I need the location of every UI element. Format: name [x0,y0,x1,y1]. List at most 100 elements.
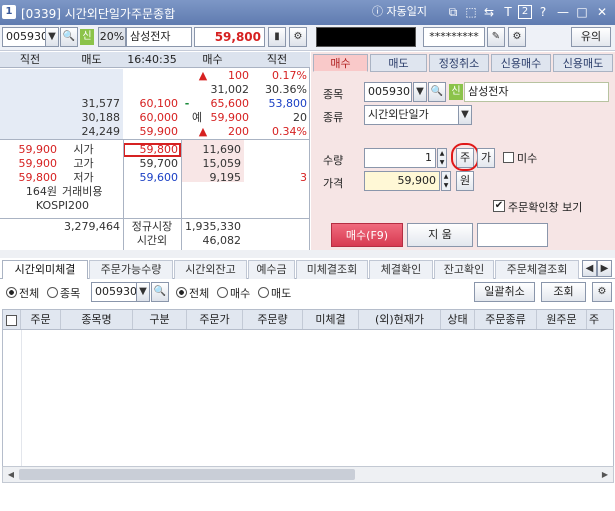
filter-row: 전체 종목 005930 ▼ 🔍 전체 매수 매도 일괄취소 조회 ⚙ [0,280,615,304]
col-orig-order: 원주문 [537,310,587,329]
sell-price: 60,000 [139,111,179,124]
type-label: 종류 [323,111,344,124]
gear-icon[interactable]: ⚙ [508,27,526,47]
layout-icon[interactable]: ⧉ [446,4,460,20]
tab-sell[interactable]: 매도 [370,54,427,72]
lower-limit: 53,800 [268,97,308,110]
missu-label: 미수 [517,152,538,165]
col-prev-sell: 직전 [0,52,60,68]
tab-after-hours-unfilled[interactable]: 시간외미체결 [2,260,88,279]
chevron-down-icon[interactable]: ▼ [413,82,427,102]
auto-journal-button[interactable]: ⓘ 자동일지 [372,4,440,20]
open-prev: 59,900 [18,143,58,156]
chevron-down-icon[interactable]: ▼ [45,27,59,47]
qty-stepper[interactable]: ▲ ▼ [437,148,447,168]
order-code-input[interactable]: 005930 [364,82,412,102]
buy-submit-button[interactable]: 매수(F9) [331,223,403,247]
sell-qty: 30,188 [81,111,121,124]
sell-qty [60,69,123,83]
bottom-tabs: 시간외미체결 주문가능수량 시간외잔고 예수금 미체결조회 체결확인 잔고확인 … [0,259,615,279]
query-button[interactable]: 조회 [541,282,586,302]
code-input[interactable]: 005930 [2,27,48,47]
gear-icon[interactable]: ⚙ [592,282,612,302]
total-sell-qty: 3,279,464 [64,220,120,233]
swap-icon[interactable]: ⇆ [482,4,496,20]
grid-header: 주문 종목명 구분 주문가 주문량 미체결 (외)현재가 상태 주문종류 원주문… [2,309,614,330]
fit-icon[interactable]: 2 [518,5,532,19]
qty-max-button[interactable]: 가 [477,148,495,168]
tab-order-fill-query[interactable]: 주문체결조회 [495,260,579,279]
tab-credit-sell[interactable]: 신용매도 [553,54,613,72]
grid-line [21,330,22,466]
tab-balance-confirm[interactable]: 잔고확인 [434,260,494,279]
col-order-price: 주문가 [187,310,243,329]
scroll-right-icon[interactable]: ▶ [599,468,611,481]
message-box [477,223,548,247]
price-stepper[interactable]: ▲ ▼ [441,171,451,191]
tab-unfilled-query[interactable]: 미체결조회 [296,260,368,279]
qty-input[interactable]: 1 [364,148,436,168]
buy-prev: 3 [300,171,307,184]
price-input[interactable]: 59,900 [364,171,440,191]
sell-qty: 31,577 [81,97,121,110]
splitter[interactable] [0,250,615,258]
order-stock-name: 삼성전자 [464,82,609,102]
tab-fill-confirm[interactable]: 체결확인 [369,260,433,279]
col-more: 주 [588,313,600,326]
radio-buy[interactable] [217,287,228,298]
font-icon[interactable]: T [501,4,515,20]
sell-qty [60,83,123,97]
confirm-label: 주문확인창 보기 [508,201,583,214]
tab-buy[interactable]: 매수 [313,54,368,72]
radio-sell[interactable] [258,287,269,298]
confirm-checkbox[interactable]: ✔ [493,200,505,212]
chevron-down-icon[interactable]: ▼ [136,282,150,302]
col-prev-buy: 직전 [244,52,310,68]
tab-deposit[interactable]: 예수금 [248,260,295,279]
tab-after-hours-balance[interactable]: 시간외잔고 [174,260,247,279]
tab-credit-buy[interactable]: 신용매수 [491,54,551,72]
chevron-down-icon[interactable]: ▼ [458,105,472,125]
credit-badge: 신 [449,84,463,100]
tab-orderable-qty[interactable]: 주문가능수량 [89,260,173,279]
help-icon[interactable]: ? [536,4,550,20]
after-hours-label: 시간외 [136,234,168,247]
tab-prev-icon[interactable]: ◀ [582,260,597,277]
sell-price [123,83,181,97]
radio-side-all[interactable] [176,287,187,298]
minimize-icon[interactable]: — [556,4,570,20]
order-type-select[interactable]: 시간외단일가 [364,105,459,125]
buy-qty: 15,059 [202,157,242,170]
price-unit-button[interactable]: 원 [456,171,474,191]
notice-button[interactable]: 유의 [571,27,611,47]
cancel-all-button[interactable]: 일괄취소 [474,282,535,302]
tab-modify-cancel[interactable]: 정정취소 [429,54,489,72]
account-select[interactable] [316,27,416,47]
close-icon[interactable]: ✕ [595,4,609,20]
upper-limit: 65,600 [210,97,250,110]
low-prev: 59,800 [18,171,58,184]
scroll-thumb[interactable] [19,469,355,480]
password-input[interactable]: ********* [423,27,485,47]
tab-next-icon[interactable]: ▶ [597,260,612,277]
radio-stock[interactable] [47,287,58,298]
expected-price: 59,900 [210,111,250,124]
search-icon[interactable]: 🔍 [151,282,169,302]
scroll-left-icon[interactable]: ◀ [5,468,17,481]
document-icon[interactable]: ▮ [268,27,286,47]
filter-code-input[interactable]: 005930 [91,282,137,302]
radio-all[interactable] [6,287,17,298]
change-pct: 0.17% [272,69,307,82]
restore-icon[interactable]: ⬚ [464,4,478,20]
horizontal-scrollbar[interactable]: ◀ ▶ [2,466,614,483]
search-icon[interactable]: 🔍 [60,27,78,47]
edit-icon[interactable]: ✎ [487,27,505,47]
search-icon[interactable]: 🔍 [428,82,446,102]
select-all-checkbox[interactable] [3,310,21,329]
gear-icon[interactable]: ⚙ [289,27,307,47]
radio-buy-label: 매수 [230,287,251,300]
maximize-icon[interactable]: □ [575,4,589,20]
col-status: 상태 [441,310,475,329]
clear-button[interactable]: 지 움 [407,223,473,247]
missu-checkbox[interactable] [503,152,514,163]
